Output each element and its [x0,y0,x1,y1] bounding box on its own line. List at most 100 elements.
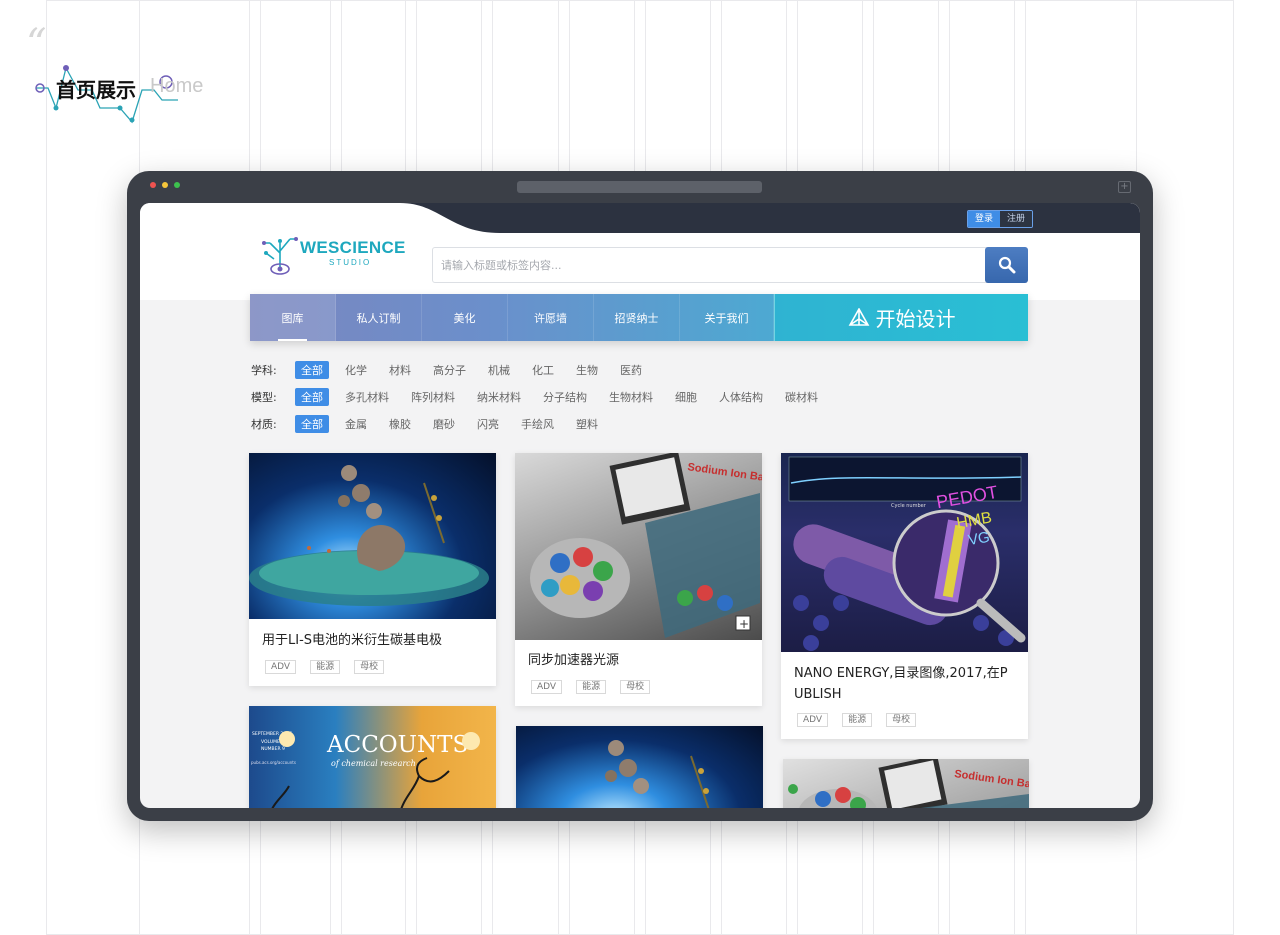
tree-eye-logo-icon [262,237,298,275]
card-artwork [249,465,489,606]
card-artwork: Sodium Ion Batteries + [530,453,762,638]
filter-option[interactable]: 纳米材料 [477,389,521,405]
address-bar[interactable] [517,181,762,193]
section-heading: 首页展示 Home [30,60,220,126]
card-tag[interactable]: ADV [797,713,829,727]
register-button[interactable]: 注册 [1000,211,1033,227]
filter-option[interactable]: 碳材料 [785,389,818,405]
nav-item-2[interactable]: 美化 [422,294,508,341]
cube-icon [848,307,869,326]
filter-option[interactable]: 高分子 [433,362,466,378]
filter-option[interactable]: 全部 [295,387,329,406]
main-nav: 图库 私人订制 美化 许愿墙 招贤纳士 关于我们 开始设计 [250,294,1028,341]
gallery-card-6[interactable]: Sodium Ion Batteries [783,759,1029,808]
filter-option[interactable]: 细胞 [675,389,697,405]
browser-mockup: + 登录 注册 WESCIENCE STUDIO 请输入标题或标签内容... 图… [127,171,1153,821]
gallery-card-5[interactable] [516,726,763,808]
card-image [249,453,496,619]
image-caption: Sodium Ion Batteries [954,768,1029,795]
card-title-line: NANO ENERGY,目录图像,2017,在P [794,666,1008,681]
card-tag[interactable]: 母校 [620,680,651,694]
auth-buttons: 登录 注册 [967,210,1034,228]
filter-option[interactable]: 机械 [488,362,510,378]
website-screen: 登录 注册 WESCIENCE STUDIO 请输入标题或标签内容... 图库 … [140,203,1140,808]
card-artwork: Cycle number PEDOT HMB VG [788,456,1026,651]
card-title[interactable]: 同步加速器光源 [528,650,619,671]
nav-item-4[interactable]: 招贤纳士 [594,294,680,341]
filter-option[interactable]: 化学 [345,362,367,378]
filter-option[interactable]: 全部 [295,360,329,379]
card-image: Sodium Ion Batteries [783,759,1029,808]
filter-row: 学科: 全部 化学 材料 高分子 机械 化工 生物 医药 [251,356,840,383]
card-tag[interactable]: 能源 [310,660,341,674]
filter-option[interactable]: 分子结构 [543,389,587,405]
page-title: 首页展示 [56,78,136,102]
card-artwork: SEPTEMBER 2017 VOLUME 50 NUMBER 9 pubs.a… [251,731,480,808]
search-box [432,247,1028,283]
gallery-card-1[interactable]: 用于LI-S电池的米衍生碳基电极 ADV 能源 母校 [249,453,496,686]
filter-option[interactable]: 阵列材料 [411,389,455,405]
card-image: Sodium Ion Batteries + [515,453,762,640]
window-minimize-dot [162,182,168,188]
filter-option[interactable]: 化工 [532,362,554,378]
axis-label: Cycle number [891,503,927,509]
image-caption: of chemical research [331,759,416,768]
filter-option[interactable]: 磨砂 [433,416,455,432]
filter-option[interactable]: 闪亮 [477,416,499,432]
card-tag[interactable]: 母校 [354,660,385,674]
image-caption: pubs.acs.org/accounts [251,760,296,765]
card-tags: ADV 能源 母校 [265,660,385,674]
card-tag[interactable]: 能源 [576,680,607,694]
filter-panel: 学科: 全部 化学 材料 高分子 机械 化工 生物 医药 模型: 全部 多孔材料 阵列材料 纳米材料 分子结… [251,356,840,437]
filter-label: 模型: [251,390,277,404]
filter-option[interactable]: 生物材料 [609,389,653,405]
card-artwork: Sodium Ion Batteries [788,759,1029,808]
card-title[interactable]: 用于LI-S电池的米衍生碳基电极 [262,630,442,651]
quote-mark: “ [26,21,47,67]
filter-row: 模型: 全部 多孔材料 阵列材料 纳米材料 分子结构 生物材料 细胞 人体结构 碳材料 [251,383,840,410]
image-caption: ACCOUNTS [326,732,468,758]
filter-option[interactable]: 人体结构 [719,389,763,405]
filter-row: 材质: 全部 金属 橡胶 磨砂 闪亮 手绘风 塑料 [251,410,840,437]
card-title[interactable]: NANO ENERGY,目录图像,2017,在P UBLISH [794,663,1019,705]
filter-option[interactable]: 医药 [620,362,642,378]
nav-item-0[interactable]: 图库 [250,294,336,341]
filter-option[interactable]: 生物 [576,362,598,378]
start-design-label: 开始设计 [875,307,956,331]
search-icon [998,256,1015,274]
image-caption: Sodium Ion Batteries [687,461,762,488]
logo-title: WESCIENCE [300,238,406,257]
nav-item-5[interactable]: 关于我们 [680,294,774,341]
gallery-card-2[interactable]: Sodium Ion Batteries + 同步加速器光源 ADV 能源 母校 [515,453,762,706]
login-button[interactable]: 登录 [968,211,1001,227]
svg-text:+: + [739,617,749,631]
card-artwork [605,740,710,808]
card-tag[interactable]: 能源 [842,713,873,727]
card-tag[interactable]: 母校 [886,713,917,727]
logo-subtitle: STUDIO [329,258,372,267]
new-tab-icon[interactable]: + [1118,181,1131,193]
filter-option[interactable]: 橡胶 [389,416,411,432]
window-maximize-dot [174,182,180,188]
filter-option[interactable]: 全部 [295,414,329,433]
gallery-card-4[interactable]: SEPTEMBER 2017 VOLUME 50 NUMBER 9 pubs.a… [249,706,496,808]
card-title-line: UBLISH [794,687,842,702]
site-logo[interactable]: WESCIENCE STUDIO [260,229,405,279]
filter-option[interactable]: 材料 [389,362,411,378]
filter-option[interactable]: 金属 [345,416,367,432]
nav-item-3[interactable]: 许愿墙 [508,294,594,341]
nav-item-1[interactable]: 私人订制 [336,294,422,341]
start-design-button[interactable]: 开始设计 [774,294,1028,341]
filter-option[interactable]: 塑料 [576,416,598,432]
gallery-card-3[interactable]: Cycle number PEDOT HMB VG NANO ENERGY,目录… [781,453,1028,739]
search-input[interactable] [433,248,986,282]
search-button[interactable] [985,247,1028,283]
image-caption: NUMBER 9 [261,746,285,752]
window-close-dot [150,182,156,188]
card-image: SEPTEMBER 2017 VOLUME 50 NUMBER 9 pubs.a… [249,706,496,808]
card-tag[interactable]: ADV [531,680,563,694]
card-tag[interactable]: ADV [265,660,297,674]
filter-option[interactable]: 手绘风 [521,416,554,432]
card-tags: ADV 能源 母校 [531,680,651,694]
filter-option[interactable]: 多孔材料 [345,389,389,405]
